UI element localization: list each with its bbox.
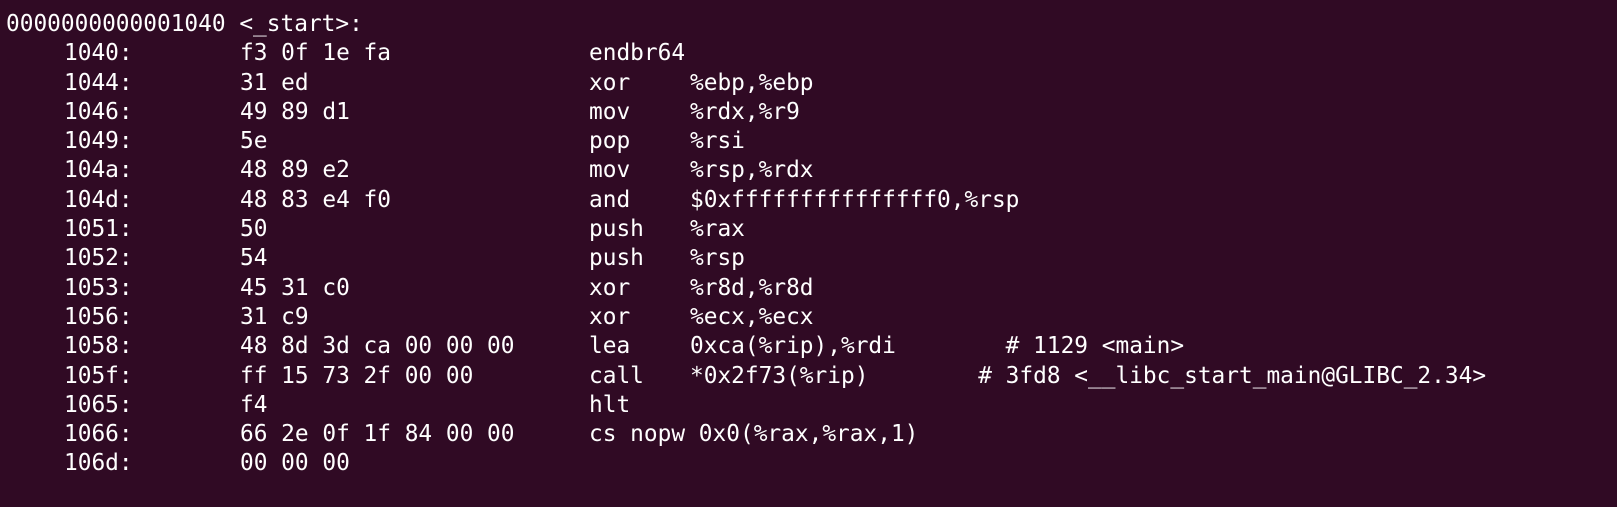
opcode-bytes: 31 ed <box>240 69 309 96</box>
disasm-row: 1046: 49 89 d1 mov %rdx,%r9 <box>0 98 1617 127</box>
address: 1065: <box>64 391 133 418</box>
address: 1066: <box>64 421 133 448</box>
mnemonic: call <box>589 362 644 389</box>
mnemonic: xor <box>589 69 631 96</box>
opcode-bytes: 49 89 d1 <box>240 98 350 125</box>
opcode-bytes: 66 2e 0f 1f 84 00 00 <box>240 421 515 448</box>
operands: %rsp,%rdx <box>690 157 814 184</box>
mnemonic: mov <box>589 157 631 184</box>
operands: %ebp,%ebp <box>690 69 814 96</box>
operands: %rsp <box>690 245 745 272</box>
disasm-row: 104a: 48 89 e2 mov %rsp,%rdx <box>0 156 1617 185</box>
opcode-bytes: f4 <box>240 391 268 418</box>
disasm-row: 1056: 31 c9 xor %ecx,%ecx <box>0 303 1617 332</box>
mnemonic: push <box>589 245 644 272</box>
operands: %ecx,%ecx <box>690 303 814 330</box>
opcode-bytes: 48 89 e2 <box>240 157 350 184</box>
mnemonic: cs nopw 0x0(%rax,%rax,1) <box>589 421 919 448</box>
opcode-bytes: 50 <box>240 216 268 243</box>
disasm-row: 1058: 48 8d 3d ca 00 00 00 lea 0xca(%rip… <box>0 332 1617 361</box>
opcode-bytes: 48 83 e4 f0 <box>240 186 391 213</box>
address: 1046: <box>64 98 133 125</box>
address: 1052: <box>64 245 133 272</box>
opcode-bytes: f3 0f 1e fa <box>240 40 391 67</box>
operands: 0xca(%rip),%rdi <box>690 333 896 360</box>
opcode-bytes: 00 00 00 <box>240 450 350 477</box>
operands: $0xfffffffffffffff0,%rsp <box>690 186 1020 213</box>
address: 104d: <box>64 186 133 213</box>
disasm-row: 1065: f4 hlt <box>0 391 1617 420</box>
operands: %rax <box>690 216 745 243</box>
disasm-row: 1066: 66 2e 0f 1f 84 00 00 cs nopw 0x0(%… <box>0 420 1617 449</box>
mnemonic: lea <box>589 333 631 360</box>
disasm-row: 1053: 45 31 c0 xor %r8d,%r8d <box>0 274 1617 303</box>
comment: # 3fd8 <__libc_start_main@GLIBC_2.34> <box>868 362 1487 389</box>
opcode-bytes: ff 15 73 2f 00 00 <box>240 362 474 389</box>
address: 1040: <box>64 40 133 67</box>
opcode-bytes: 31 c9 <box>240 303 309 330</box>
disasm-row: 1049: 5e pop %rsi <box>0 127 1617 156</box>
operands: %rsi <box>690 128 745 155</box>
address: 105f: <box>64 362 133 389</box>
address: 1053: <box>64 274 133 301</box>
address: 1049: <box>64 128 133 155</box>
disasm-row: 105f: ff 15 73 2f 00 00 call *0x2f73(%ri… <box>0 362 1617 391</box>
disasm-row: 1044: 31 ed xor %ebp,%ebp <box>0 69 1617 98</box>
operands: *0x2f73(%rip) <box>690 362 869 389</box>
mnemonic: xor <box>589 274 631 301</box>
address: 1056: <box>64 303 133 330</box>
address: 104a: <box>64 157 133 184</box>
address: 1058: <box>64 333 133 360</box>
mnemonic: mov <box>589 98 631 125</box>
mnemonic: xor <box>589 303 631 330</box>
operands: %rdx,%r9 <box>690 98 800 125</box>
mnemonic: and <box>589 186 631 213</box>
operands: %r8d,%r8d <box>690 274 814 301</box>
mnemonic: endbr64 <box>589 40 686 67</box>
mnemonic: pop <box>589 128 631 155</box>
opcode-bytes: 45 31 c0 <box>240 274 350 301</box>
opcode-bytes: 54 <box>240 245 268 272</box>
symbol-header: 0000000000001040 <_start>: <box>6 11 363 37</box>
opcode-bytes: 48 8d 3d ca 00 00 00 <box>240 333 515 360</box>
disasm-row: 106d: 00 00 00 <box>0 449 1617 478</box>
mnemonic: push <box>589 216 644 243</box>
address: 1044: <box>64 69 133 96</box>
address: 106d: <box>64 450 133 477</box>
address: 1051: <box>64 216 133 243</box>
disasm-row: 1051: 50 push %rax <box>0 215 1617 244</box>
disasm-row: 1052: 54 push %rsp <box>0 244 1617 273</box>
opcode-bytes: 5e <box>240 128 268 155</box>
disasm-row: 1040: f3 0f 1e fa endbr64 <box>0 39 1617 68</box>
terminal-window[interactable]: 0000000000001040 <_start>: 1040: f3 0f 1… <box>0 0 1617 507</box>
comment: # 1129 <main> <box>895 333 1185 360</box>
mnemonic: hlt <box>589 391 631 418</box>
disasm-row: 104d: 48 83 e4 f0 and $0xfffffffffffffff… <box>0 186 1617 215</box>
